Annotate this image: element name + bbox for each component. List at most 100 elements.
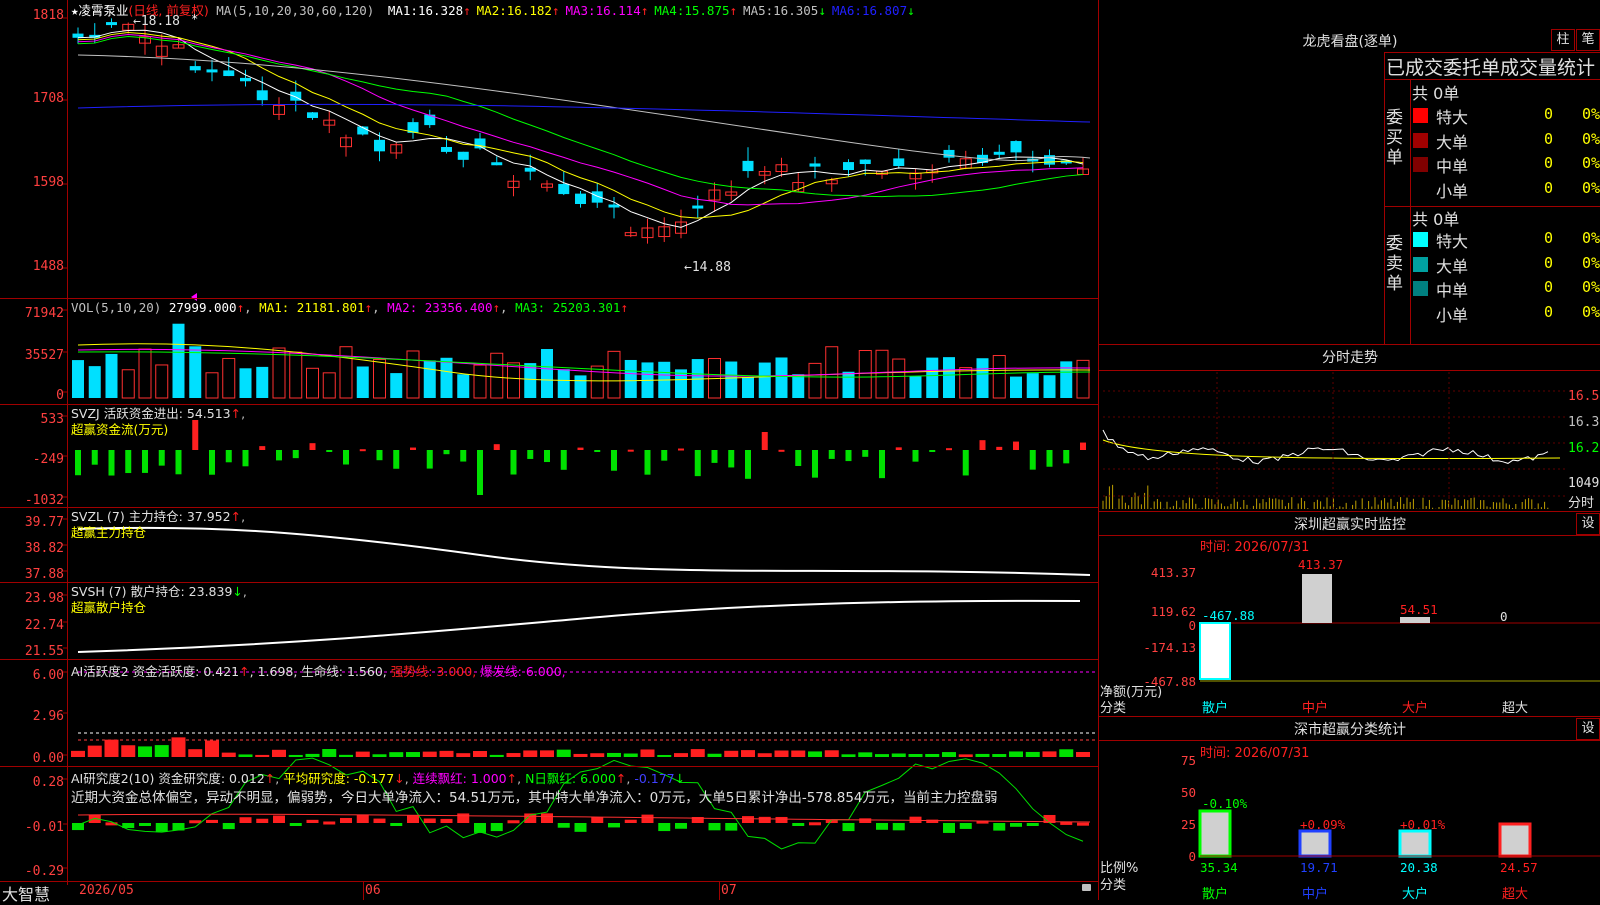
activity-bar	[238, 754, 253, 757]
vol-axis-label: 71942	[24, 306, 64, 321]
flow-bar	[778, 449, 785, 452]
ai-activity-label: AI活跃度2 资金活跃度: 0.421	[71, 664, 240, 679]
sell-row-count: 0	[1544, 302, 1554, 321]
flow-bar	[745, 450, 751, 479]
activity-bar	[1076, 751, 1090, 757]
activity-bar	[456, 753, 471, 757]
summary-text: 近期大资金总体偏空，异动不明显，偏弱势，今日大单净流入：54.51万元，其中特大…	[71, 790, 998, 806]
activity-bar	[573, 753, 588, 757]
class-settings-button[interactable]: 设	[1576, 718, 1600, 740]
class-val: 20.38	[1400, 860, 1438, 875]
activity-bar	[707, 753, 722, 757]
lock-icon[interactable]	[1082, 884, 1091, 891]
cat-retail: 散户	[1202, 887, 1229, 902]
volume-bar	[775, 357, 788, 398]
price-axis-label: 1708	[32, 91, 64, 106]
separator	[0, 881, 1098, 882]
flow-bar	[276, 450, 282, 461]
class-bar	[1298, 829, 1332, 858]
class-val: 35.34	[1200, 860, 1238, 875]
activity-bar	[389, 752, 404, 757]
cat-mid: 中户	[1302, 701, 1329, 716]
ai-activity-axis-label: 0.00	[32, 751, 64, 766]
research-bar	[608, 823, 620, 828]
flow-bar	[209, 450, 215, 475]
research-bar	[859, 818, 872, 823]
buy-total: 共 0单	[1412, 84, 1460, 103]
activity-bar	[975, 753, 990, 757]
price-axis-label: 1598	[32, 175, 64, 190]
intraday-title: 分时走势	[1322, 350, 1378, 366]
candle-body	[809, 163, 821, 167]
research-bar	[155, 823, 168, 832]
activity-bar	[71, 750, 85, 757]
research-bar	[239, 817, 252, 823]
flow-bar	[75, 450, 81, 476]
candle-body	[575, 193, 586, 204]
down-arrow-icon: ↓	[818, 3, 826, 18]
activity-bar	[188, 749, 203, 757]
sell-row-label: 小单	[1436, 305, 1469, 325]
sell-total: 共 0单	[1412, 210, 1460, 229]
class-pct: +0.09%	[1300, 817, 1346, 832]
candle-body	[307, 112, 318, 118]
class-bar	[1498, 822, 1532, 858]
buy-row-count: 0	[1544, 129, 1554, 148]
activity-bar	[808, 751, 822, 757]
volume-bar	[155, 364, 169, 399]
flow-bar	[225, 450, 232, 463]
vol-value: 27999.000	[168, 300, 237, 315]
buy-color-swatch	[1413, 132, 1428, 148]
up-arrow-icon: ↑	[640, 3, 649, 18]
buy-order-label: 委买单	[1386, 108, 1403, 168]
research-bar	[1060, 821, 1073, 825]
flow-bar	[594, 450, 601, 452]
svsh-label: SVSH (7) 散户持仓: 23.839	[71, 584, 233, 599]
stock-name[interactable]: 凌霄泵业	[79, 3, 129, 18]
class-bar	[1398, 829, 1432, 858]
research-bar	[708, 823, 721, 831]
research-bar	[256, 818, 269, 823]
flow-bar	[359, 449, 366, 452]
volume-bar	[926, 357, 939, 398]
research-bar	[222, 823, 235, 830]
down-arrow-icon: ↓	[232, 584, 243, 599]
volume-bar	[808, 362, 822, 399]
svzl-sub: 超赢主力持仓	[71, 525, 147, 540]
class-bar	[1198, 809, 1232, 858]
flow-bar	[443, 450, 450, 455]
volume-bar	[473, 364, 487, 399]
sell-color-swatch	[1413, 281, 1428, 296]
volume-bar	[825, 346, 839, 399]
research-bar	[423, 818, 436, 823]
flow-bar	[326, 450, 333, 452]
down-arrow-icon: ↓	[907, 3, 915, 18]
candle-body	[608, 204, 620, 208]
candle-body	[943, 149, 955, 158]
volume-bar	[121, 369, 135, 399]
activity-bar	[891, 753, 906, 757]
volume-bar	[390, 373, 403, 398]
ai-research-last: -0.177	[634, 771, 675, 786]
candle-body	[240, 77, 251, 82]
volume-bar	[172, 323, 185, 398]
research-bar	[390, 823, 403, 826]
up-arrow-icon: ↑	[615, 771, 627, 786]
ai-research-cont: 连续飘红: 1.000	[412, 771, 507, 786]
up-arrow-icon: ↑	[230, 509, 242, 524]
tab-bar-button[interactable]: 柱	[1551, 29, 1575, 51]
monitor-settings-button[interactable]: 设	[1576, 513, 1600, 535]
tab-tick-button[interactable]: 笔	[1576, 29, 1600, 51]
flow-bar	[142, 450, 148, 473]
candle-body	[491, 162, 503, 166]
kline-chart[interactable]	[0, 0, 1600, 900]
research-bar	[1026, 823, 1039, 826]
activity-bar	[87, 745, 102, 757]
research-bar	[289, 823, 302, 826]
volume-bar	[590, 365, 604, 399]
class-pct: -0.10%	[1202, 796, 1248, 811]
sell-row-pct: 0%	[1582, 278, 1600, 296]
class-pct: +0.01%	[1400, 817, 1446, 832]
volume-bar	[943, 357, 955, 398]
buy-row-pct: 0%	[1582, 154, 1600, 172]
